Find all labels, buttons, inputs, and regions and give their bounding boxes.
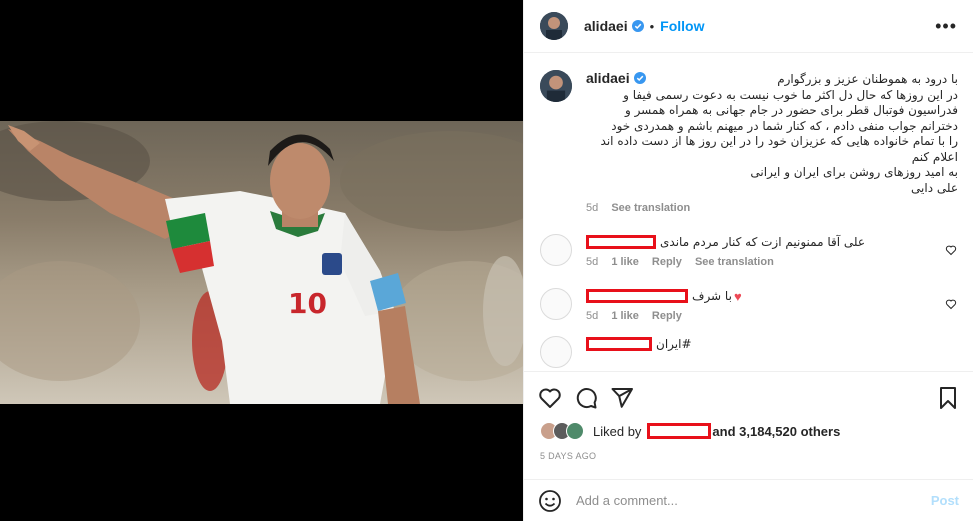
post-timestamp[interactable]: 5 DAYS AGO [540, 451, 596, 461]
caption-username-wrap: alidaei [586, 70, 646, 86]
comment-icon[interactable] [574, 386, 598, 410]
follow-button[interactable]: Follow [660, 18, 704, 34]
verified-badge-icon [633, 72, 646, 84]
comment-likes[interactable]: 1 like [611, 256, 639, 268]
red-heart-emoji: ♥ [733, 288, 742, 304]
comment-meta: 5d 1 like Reply See translation [586, 256, 956, 268]
see-translation-link[interactable]: See translation [611, 202, 690, 214]
caption-line: را با تمام خانواده هایی که عزیزان خود را… [600, 134, 958, 148]
comment-text: علی آقا ممنونیم ازت که کنار مردم ماندی [660, 235, 865, 249]
caption-username[interactable]: alidaei [586, 70, 630, 86]
share-icon[interactable] [610, 386, 634, 410]
commenter-avatar[interactable] [540, 336, 572, 368]
post-media: 10 [0, 0, 523, 521]
caption-line: علی دایی [911, 180, 958, 195]
caption-line: با درود به هموطنان عزیز و بزرگوارم [777, 72, 958, 86]
caption-line: اعلام کنم [911, 149, 958, 164]
comment-text: با شرف [692, 289, 732, 303]
comment-age[interactable]: 5d [586, 256, 598, 268]
caption-meta: 5d See translation [586, 202, 958, 214]
post-photo[interactable]: 10 [0, 121, 523, 404]
likes-count[interactable]: and 3,184,520 others [712, 424, 840, 439]
author-username[interactable]: alidaei [584, 18, 628, 34]
caption-text: با درود به هموطنان عزیز و بزرگوارم در ای… [586, 72, 958, 196]
separator-dot: • [649, 18, 655, 34]
caption-line: در این روزها که حال دل اکثر ما خوب نیست … [623, 87, 958, 102]
svg-text:10: 10 [288, 287, 327, 320]
add-comment-bar: Post [524, 479, 973, 521]
likes-summary: Liked by and 3,184,520 others [540, 422, 840, 440]
author-avatar[interactable] [540, 12, 568, 40]
heart-icon[interactable] [538, 386, 562, 410]
commenter-avatar[interactable] [540, 234, 572, 266]
liker-avatars[interactable] [540, 422, 584, 440]
comment-item: با شرف ♥ 5d 1 like Reply [540, 288, 957, 322]
comment-meta: 5d 1 like Reply [586, 310, 956, 322]
redacted-username [586, 289, 688, 303]
caption: alidaei با درود به هموطنان عزیز و بزرگوا… [540, 70, 958, 214]
post-side-panel: alidaei • Follow ••• alidaei با درود به … [523, 0, 973, 521]
redacted-liker-username [647, 423, 712, 439]
emoji-icon[interactable] [538, 489, 562, 513]
more-options-icon[interactable]: ••• [935, 16, 957, 37]
redacted-username [586, 235, 656, 249]
post-comment-button[interactable]: Post [931, 493, 959, 508]
caption-line: دخترانم جواب منفی دادم ، که کنار شما در … [611, 118, 958, 133]
liked-by-prefix: Liked by [593, 423, 642, 439]
like-comment-heart-icon[interactable] [945, 298, 957, 310]
caption-line: به امید روزهای روشن برای ایران و ایرانی [750, 165, 958, 179]
comment-item: علی آقا ممنونیم ازت که کنار مردم ماندی 5… [540, 234, 957, 268]
commenter-avatar[interactable] [540, 288, 572, 320]
redacted-username [586, 337, 652, 351]
caption-line: فدراسیون فوتبال قطر برای حضور در جام جها… [624, 103, 958, 117]
comment-item: #ایران [540, 336, 957, 368]
caption-avatar[interactable] [540, 70, 572, 102]
bookmark-icon[interactable] [936, 386, 960, 410]
see-translation-link[interactable]: See translation [695, 256, 774, 268]
post-header: alidaei • Follow ••• [524, 0, 973, 53]
action-bar [524, 371, 973, 421]
liker-avatar [566, 422, 584, 440]
comment-input[interactable] [576, 493, 931, 508]
caption-age[interactable]: 5d [586, 202, 598, 214]
reply-button[interactable]: Reply [652, 256, 682, 268]
footballer-photo: 10 [0, 121, 523, 404]
comment-text: #ایران [656, 337, 692, 351]
verified-badge-icon [631, 20, 644, 32]
comment-likes[interactable]: 1 like [611, 310, 639, 322]
like-comment-heart-icon[interactable] [945, 244, 957, 256]
comment-age[interactable]: 5d [586, 310, 598, 322]
instagram-post-modal: 10 alidaei • Follow ••• alidaei با درود … [0, 0, 973, 521]
comments-list[interactable]: alidaei با درود به هموطنان عزیز و بزرگوا… [524, 54, 973, 371]
reply-button[interactable]: Reply [652, 310, 682, 322]
